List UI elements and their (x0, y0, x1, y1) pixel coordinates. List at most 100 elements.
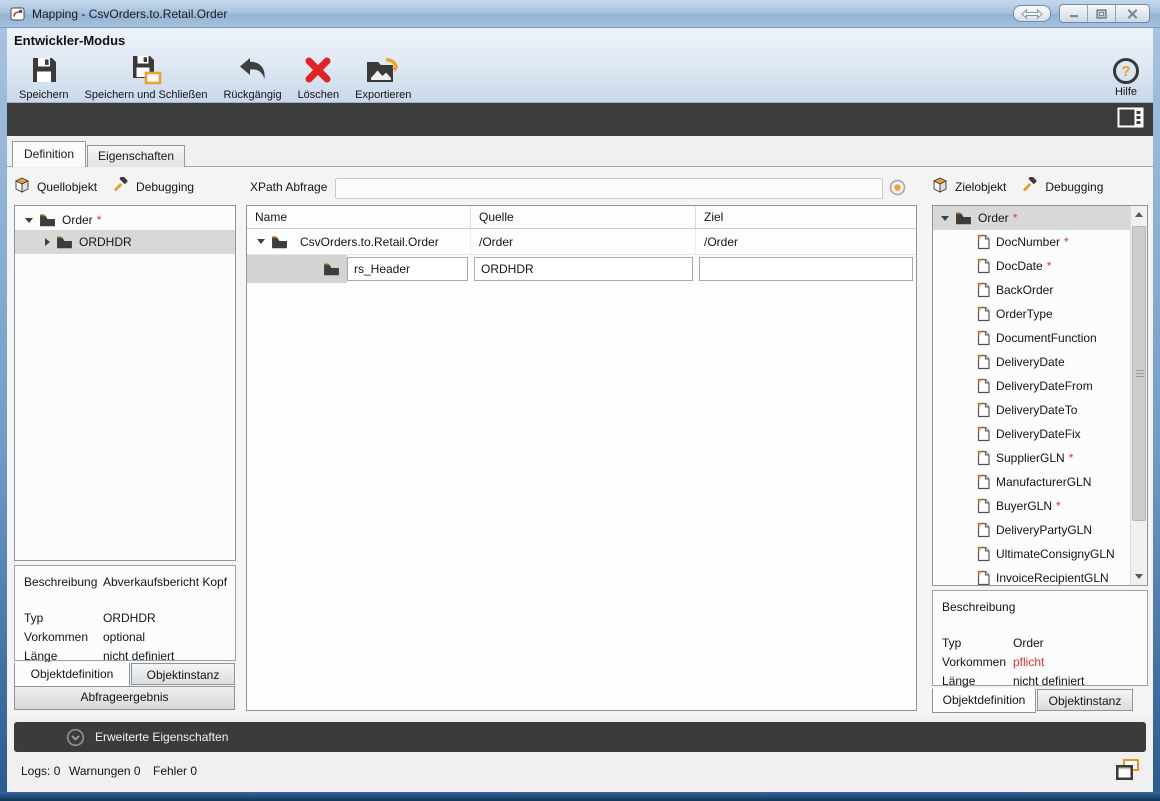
save-and-close-button[interactable]: Speichern und Schließen (79, 50, 214, 103)
page-icon (977, 258, 990, 274)
tree-item[interactable]: OrderType (933, 302, 1147, 326)
tree-item[interactable]: DeliveryDateFrom (933, 374, 1147, 398)
table-row[interactable]: CsvOrders.to.Retail.Order /Order /Order (247, 229, 916, 255)
scroll-down-button[interactable] (1131, 568, 1147, 585)
page-icon (977, 570, 990, 586)
page-icon (977, 402, 990, 418)
target-debugging-button[interactable]: Debugging (1045, 180, 1103, 194)
xpath-input[interactable] (335, 178, 883, 199)
tree-item[interactable]: InvoiceRecipientGLN (933, 566, 1147, 586)
tree-item[interactable]: DeliveryPartyGLN (933, 518, 1147, 542)
save-icon (28, 52, 60, 88)
undo-icon (237, 52, 269, 88)
app-icon (10, 6, 26, 22)
tree-item[interactable]: ManufacturerGLN (933, 470, 1147, 494)
save-close-icon (129, 52, 163, 88)
tab-definition[interactable]: Definition (12, 141, 86, 167)
scrollbar-thumb[interactable] (1132, 226, 1146, 521)
tree-item[interactable]: DeliveryDate (933, 350, 1147, 374)
hammer-icon (113, 177, 129, 196)
hammer-icon (1022, 177, 1038, 196)
close-button[interactable] (1116, 5, 1149, 22)
source-tab-objektdefinition[interactable]: Objektdefinition (14, 662, 130, 687)
tree-item-ordhdr[interactable]: ORDHDR (15, 230, 235, 254)
tree-item[interactable]: DocNumber* (933, 230, 1147, 254)
tree-item-order-root[interactable]: Order * (933, 206, 1131, 230)
target-details: Beschreibung TypOrder Vorkommenpflicht L… (932, 590, 1148, 686)
statusbar: Logs: 0 Warnungen 0 Fehler 0 (7, 752, 1153, 792)
abfrageergebnis-button[interactable]: Abfrageergebnis (14, 686, 235, 710)
target-tab-objektinstanz[interactable]: Objektinstanz (1037, 689, 1133, 711)
help-button[interactable]: ? Hilfe (1113, 58, 1139, 98)
page-icon (977, 306, 990, 322)
expander-right-icon[interactable] (45, 238, 50, 246)
tree-item[interactable]: DeliveryDateFix (933, 422, 1147, 446)
source-tab-objektinstanz[interactable]: Objektinstanz (131, 663, 235, 685)
tree-item-order[interactable]: Order * (15, 206, 235, 230)
tree-item[interactable]: SupplierGLN* (933, 446, 1147, 470)
export-icon (365, 52, 401, 88)
export-button[interactable]: Exportieren (349, 50, 417, 103)
source-panel-title[interactable]: Quellobjekt (37, 180, 97, 194)
expander-down-icon[interactable] (25, 218, 33, 223)
toolbar: Entwickler-Modus Speichern Speichern und… (7, 28, 1153, 103)
cube-icon (932, 177, 948, 196)
dock-toggle-button[interactable] (1013, 5, 1051, 22)
name-cell[interactable]: rs_Header (347, 257, 468, 281)
xpath-run-radio-icon[interactable] (889, 179, 906, 201)
delete-button[interactable]: Löschen (292, 50, 346, 103)
expander-down-icon[interactable] (941, 216, 949, 221)
window-frame-left (0, 28, 7, 792)
column-name[interactable]: Name (247, 206, 471, 228)
help-icon: ? (1113, 58, 1139, 84)
page-icon (977, 474, 990, 490)
maximize-button[interactable] (1088, 5, 1116, 22)
page-icon (977, 498, 990, 514)
source-debugging-button[interactable]: Debugging (136, 180, 194, 194)
source-panel-header: Quellobjekt Debugging (14, 177, 194, 196)
minimize-button[interactable] (1060, 5, 1088, 22)
target-panel-header: Zielobjekt Debugging (932, 177, 1103, 196)
main-tabstrip: Definition Eigenschaften (7, 136, 1153, 166)
delete-icon (303, 52, 333, 88)
minimize-icon (1069, 9, 1079, 18)
page-icon (977, 426, 990, 442)
erweiterte-eigenschaften-expander[interactable]: Erweiterte Eigenschaften (14, 722, 1146, 752)
column-ziel[interactable]: Ziel (696, 206, 916, 228)
warnings-count: Warnungen 0 (69, 764, 141, 778)
log-window-icon[interactable] (1115, 758, 1141, 785)
source-details: BeschreibungAbverkaufsbericht Kopf TypOR… (14, 565, 236, 661)
tree-item[interactable]: DeliveryDateTo (933, 398, 1147, 422)
page-icon (977, 234, 990, 250)
page-icon (977, 450, 990, 466)
folder-icon (56, 235, 73, 249)
tree-item[interactable]: BuyerGLN* (933, 494, 1147, 518)
save-button[interactable]: Speichern (13, 50, 75, 103)
undo-button[interactable]: Rückgängig (217, 50, 287, 103)
ziel-cell[interactable] (699, 257, 913, 281)
expander-label: Erweiterte Eigenschaften (95, 730, 228, 744)
tab-eigenschaften[interactable]: Eigenschaften (87, 145, 185, 167)
window-title: Mapping - CsvOrders.to.Retail.Order (32, 7, 1013, 21)
target-tree: Order * DocNumber* DocDate* BackOrder Or… (932, 205, 1148, 586)
tree-item[interactable]: BackOrder (933, 278, 1147, 302)
target-tab-objektdefinition[interactable]: Objektdefinition (932, 688, 1036, 713)
table-row-selected[interactable]: rs_Header ORDHDR (247, 255, 916, 283)
chevron-down-circle-icon (66, 728, 85, 747)
column-quelle[interactable]: Quelle (471, 206, 696, 228)
scroll-up-button[interactable] (1131, 206, 1147, 223)
titlebar: Mapping - CsvOrders.to.Retail.Order (0, 0, 1160, 28)
source-tree: Order * ORDHDR (14, 205, 236, 561)
folder-icon (323, 262, 340, 279)
page-icon (977, 378, 990, 394)
tree-item[interactable]: UltimateConsignyGLN (933, 542, 1147, 566)
maximize-icon (1096, 9, 1107, 19)
target-panel-title[interactable]: Zielobjekt (955, 180, 1006, 194)
quelle-cell[interactable]: ORDHDR (474, 257, 693, 281)
layout-toggle-icon[interactable] (1117, 107, 1144, 133)
dark-strip (7, 103, 1153, 136)
tree-item[interactable]: DocDate* (933, 254, 1147, 278)
expander-down-icon[interactable] (257, 239, 265, 244)
scrollbar-vertical[interactable] (1130, 206, 1147, 585)
tree-item[interactable]: DocumentFunction (933, 326, 1147, 350)
